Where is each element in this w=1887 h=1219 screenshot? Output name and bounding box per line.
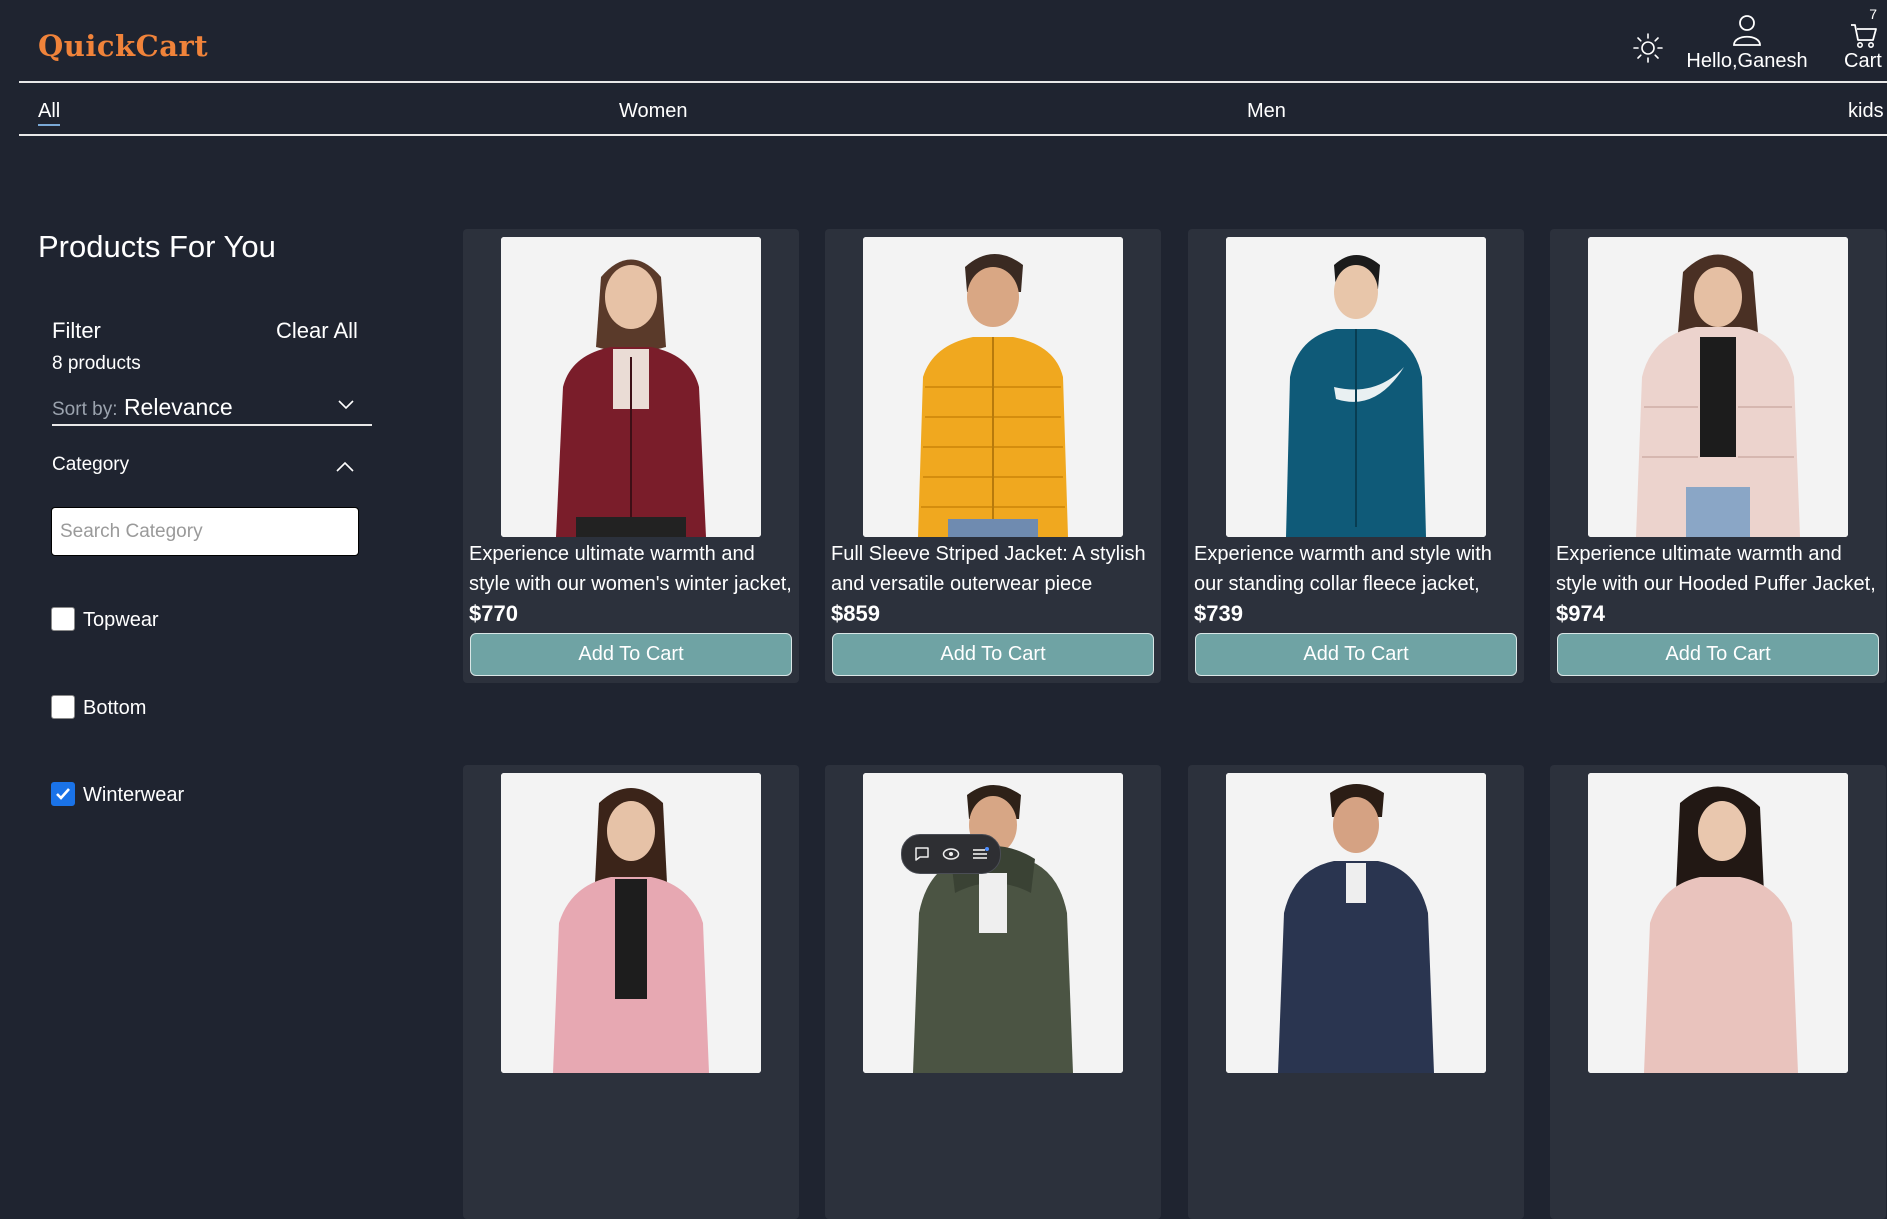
floating-toolbar [901,834,1001,874]
chevron-down-icon [338,400,354,410]
product-card[interactable] [1188,765,1524,1219]
product-price: $974 [1556,601,1605,626]
nav-tab-all[interactable]: All [38,100,61,126]
add-to-cart-button[interactable]: Add To Cart [1557,633,1879,676]
product-description: Full Sleeve Striped Jacket: A stylish an… [831,543,1146,595]
chevron-up-icon[interactable] [336,460,354,472]
add-to-cart-button[interactable]: Add To Cart [470,633,792,676]
product-card[interactable]: Experience ultimate warmth and style wit… [463,229,799,683]
nav-tab-women[interactable]: Women [619,100,688,123]
product-description: Experience ultimate warmth and style wit… [469,543,792,595]
user-icon [1733,15,1761,46]
product-price: $859 [831,601,880,626]
checkbox-checked[interactable] [51,782,75,806]
add-to-cart-button[interactable]: Add To Cart [832,633,1154,676]
product-price: $739 [1194,601,1243,626]
category-heading: Category [52,454,130,475]
checkmark-icon [56,788,70,800]
product-image-man-yellow-jacket[interactable] [863,237,1123,537]
product-image-woman-pink-bomber[interactable] [501,773,761,1073]
cart-icon [1851,24,1877,48]
product-card[interactable] [1550,765,1886,1219]
cart-button[interactable]: 7 Cart [1840,6,1886,74]
nav-tab-kids[interactable]: kids [1848,100,1884,123]
product-image-woman-pink-puffer[interactable] [1588,237,1848,537]
top-header: QuickCart Hello,Ganesh 7 Cart [0,0,1887,82]
product-card[interactable] [463,765,799,1219]
checkbox[interactable] [51,607,75,631]
product-count: 8 products [52,353,141,374]
account-button[interactable]: Hello,Ganesh [1684,14,1810,74]
cart-label: Cart [1844,50,1882,72]
nav-divider [19,134,1887,136]
sort-label: Sort by: [52,399,118,420]
product-image-woman-blush-bomber[interactable] [1588,773,1848,1073]
quickcart-logo[interactable]: QuickCart [38,29,208,63]
eye-icon[interactable] [942,845,960,863]
product-image-man-olive-puffer[interactable] [863,773,1123,1073]
sort-dropdown[interactable]: Sort by: Relevance [52,394,372,426]
product-card[interactable]: Experience ultimate warmth and style wit… [1550,229,1886,683]
checkbox-label: Topwear [83,609,159,631]
product-description: Experience warmth and style with our sta… [1194,543,1492,595]
comment-icon[interactable] [913,845,931,863]
page-title: Products For You [38,229,276,264]
product-card[interactable] [825,765,1161,1219]
product-price: $770 [469,601,518,626]
product-image-woman-teal-jacket[interactable] [1226,237,1486,537]
filter-heading: Filter [52,318,101,343]
product-image-woman-maroon-jacket[interactable] [501,237,761,537]
list-icon[interactable] [971,845,989,863]
header-divider [19,81,1887,83]
sort-selected-value: Relevance [123,394,233,420]
clear-all-button[interactable]: Clear All [276,318,358,344]
product-image-man-navy-jacket[interactable] [1226,773,1486,1073]
cart-count-badge: 7 [1869,6,1877,22]
checkbox[interactable] [51,695,75,719]
checkbox-label: Bottom [83,697,147,719]
user-greeting: Hello,Ganesh [1686,50,1808,72]
product-card[interactable]: Full Sleeve Striped Jacket: A stylish an… [825,229,1161,683]
category-nav: All Women Men kids [0,84,1887,134]
product-description: Experience ultimate warmth and style wit… [1556,543,1876,595]
add-to-cart-button[interactable]: Add To Cart [1195,633,1517,676]
nav-tab-men[interactable]: Men [1247,100,1286,123]
theme-toggle-sun-icon[interactable] [1632,32,1664,64]
checkbox-label: Winterwear [83,784,185,806]
search-category-input[interactable] [51,507,359,556]
product-card[interactable]: Experience warmth and style with our sta… [1188,229,1524,683]
